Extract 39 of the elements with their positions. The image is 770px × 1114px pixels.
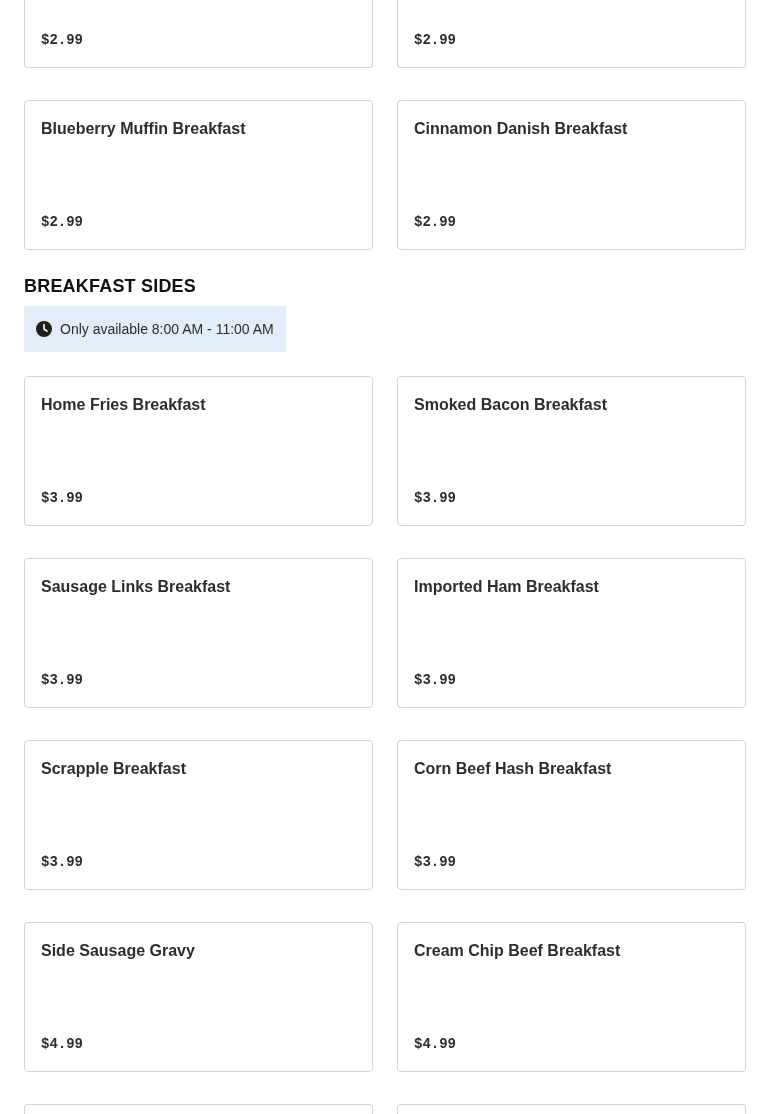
item-name: Cream Chip Beef Breakfast — [414, 941, 622, 961]
menu-item-card[interactable]: Sausage Links Breakfast $3.99 — [24, 558, 373, 708]
menu-item-card[interactable]: Cinnamon Danish Breakfast $2.99 — [397, 100, 746, 250]
menu-item-card[interactable]: $2.99 — [24, 0, 373, 68]
item-price: $3.99 — [414, 489, 457, 508]
menu-item-card[interactable]: Side Sausage Gravy $4.99 — [24, 922, 373, 1072]
menu-item-card[interactable] — [397, 1104, 746, 1114]
menu-item-card[interactable]: Cream Chip Beef Breakfast $4.99 — [397, 922, 746, 1072]
menu-item-card[interactable] — [24, 1104, 373, 1114]
menu-item-card[interactable]: Smoked Bacon Breakfast $3.99 — [397, 376, 746, 526]
clock-icon — [36, 321, 52, 337]
item-name: Blueberry Muffin Breakfast — [41, 119, 247, 139]
item-price: $2.99 — [414, 213, 457, 232]
item-price: $3.99 — [414, 853, 457, 872]
menu-item-card[interactable]: Imported Ham Breakfast $3.99 — [397, 558, 746, 708]
section-heading: BREAKFAST SIDES — [24, 275, 198, 298]
menu-item-card[interactable]: Corn Beef Hash Breakfast $3.99 — [397, 740, 746, 890]
item-name: Home Fries Breakfast — [41, 395, 207, 415]
item-price: $2.99 — [41, 213, 84, 232]
item-price: $4.99 — [414, 1035, 457, 1054]
menu-item-card[interactable]: Home Fries Breakfast $3.99 — [24, 376, 373, 526]
item-name: Scrapple Breakfast — [41, 759, 187, 779]
item-name: Sausage Links Breakfast — [41, 577, 232, 597]
item-name: Cinnamon Danish Breakfast — [414, 119, 629, 139]
item-name: Imported Ham Breakfast — [414, 577, 600, 597]
item-price: $3.99 — [41, 489, 84, 508]
availability-text: Only available 8:00 AM - 11:00 AM — [60, 319, 274, 339]
item-price: $4.99 — [41, 1035, 84, 1054]
item-price: $3.99 — [414, 671, 457, 690]
item-name: Smoked Bacon Breakfast — [414, 395, 608, 415]
item-price: $2.99 — [41, 31, 84, 50]
item-price: $2.99 — [414, 31, 457, 50]
menu-item-card[interactable]: Blueberry Muffin Breakfast $2.99 — [24, 100, 373, 250]
item-name: Side Sausage Gravy — [41, 941, 196, 961]
item-name: Corn Beef Hash Breakfast — [414, 759, 613, 779]
item-price: $3.99 — [41, 671, 84, 690]
menu-item-card[interactable]: $2.99 — [397, 0, 746, 68]
item-price: $3.99 — [41, 853, 84, 872]
menu-item-card[interactable]: Scrapple Breakfast $3.99 — [24, 740, 373, 890]
